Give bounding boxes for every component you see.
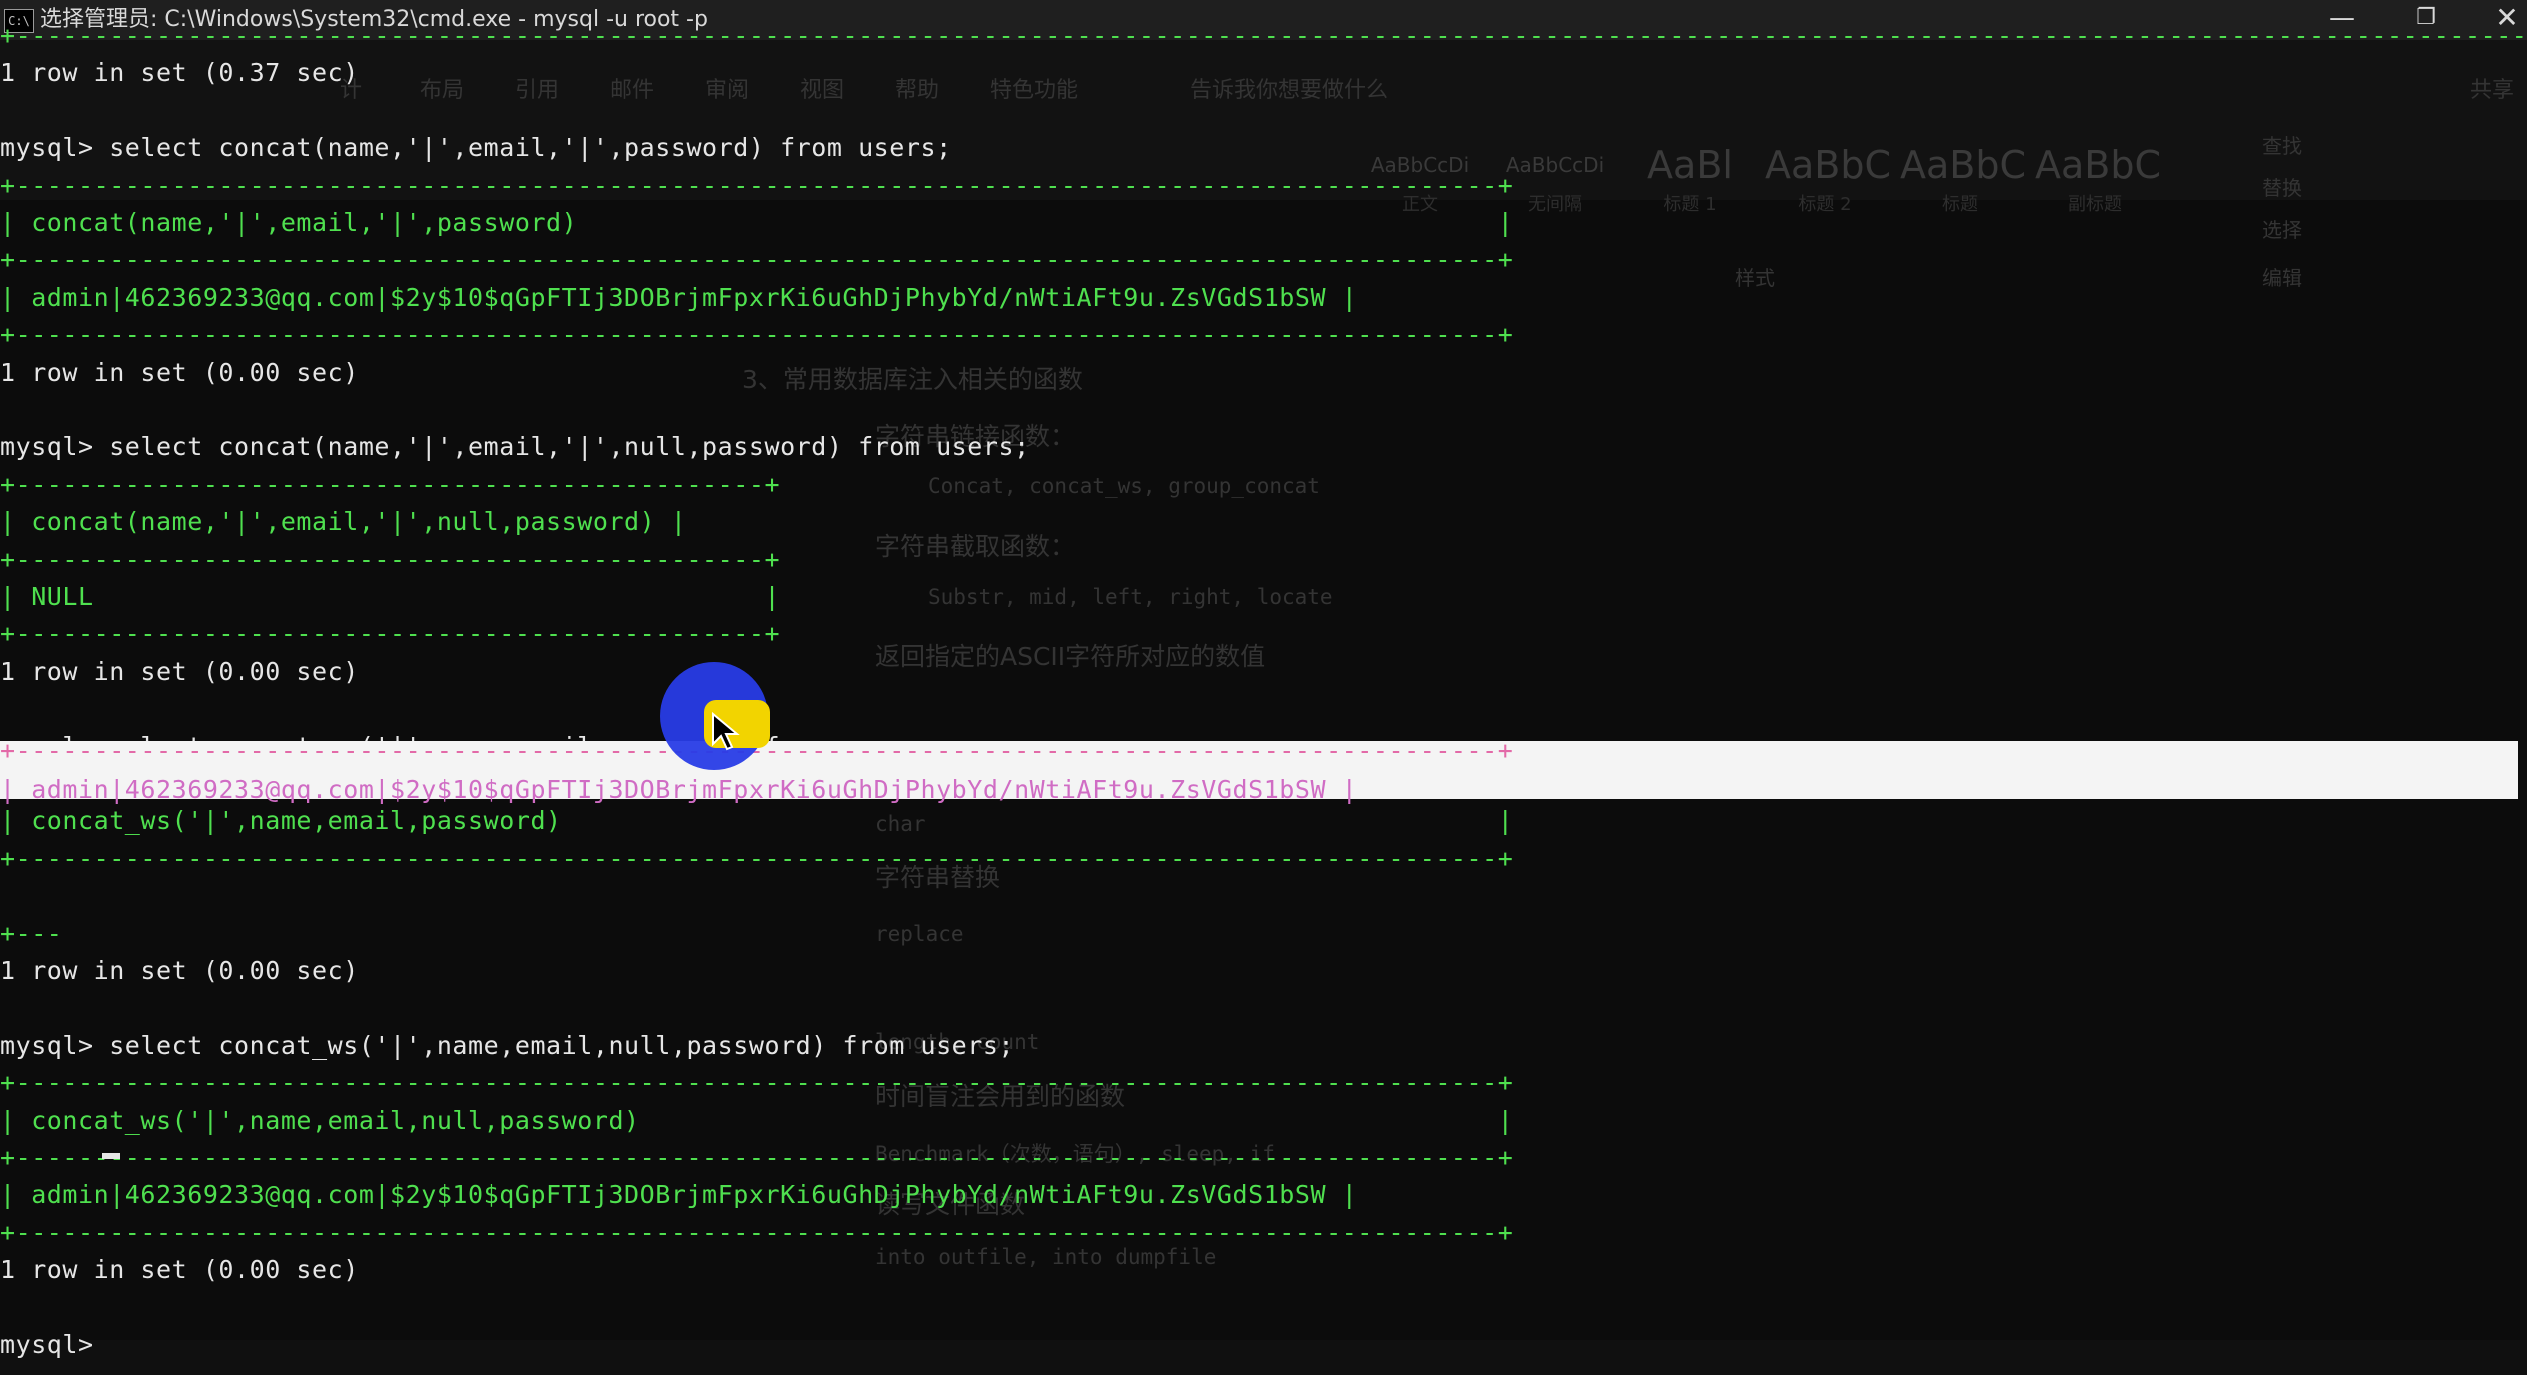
table-border: +---------------------------------------…	[0, 469, 781, 499]
mouse-pointer-icon	[712, 712, 740, 751]
table-border: +---------------------------------------…	[0, 619, 781, 649]
text-cursor	[102, 1153, 120, 1159]
table-cell-row: | admin|462369233@qq.com|$2y$10$qGpFTIj3…	[0, 282, 1358, 312]
table-border: +---------------------------------------…	[0, 245, 1514, 275]
table-border: +---------------------------------------…	[0, 1217, 1514, 1247]
cmd-window: 计布局 引用 邮件 审阅 视图 帮助 特色功能 告诉我你想要做什么 共享 AaBbCcDi 正文 Aa…	[0, 0, 2527, 1375]
table-cell-row: | admin|462369233@qq.com|$2y$10$qGpFTIj3…	[0, 1180, 1358, 1210]
table-cell-row: | concat(name,'|',email,'|',password) |	[0, 208, 1514, 237]
table-border: +---	[0, 918, 63, 948]
table-cell-row: | concat_ws('|',name,email,null,password…	[0, 1105, 1514, 1135]
table-border: +---------------------------------------…	[0, 1143, 1514, 1172]
selected-result-row[interactable]: | admin|462369233@qq.com|$2y$10$qGpFTIj3…	[0, 770, 1357, 810]
console-line: 1 row in set (0.00 sec)	[0, 357, 359, 387]
console-line: 1 row in set (0.37 sec)	[0, 58, 359, 88]
console-line: mysql> select concat(name,'|',email,'|',…	[0, 432, 1030, 462]
table-border: +---------------------------------------…	[0, 170, 1514, 200]
table-cell-row: | NULL |	[0, 582, 781, 611]
table-border: +---------------------------------------…	[0, 320, 1514, 350]
console-line: 1 row in set (0.00 sec)	[0, 956, 359, 985]
table-cell-row: | concat(name,'|',email,'|',null,passwor…	[0, 507, 687, 537]
console-line: mysql>	[0, 1330, 110, 1359]
console-output[interactable]: +---------------------------------------…	[0, 21, 2527, 1375]
console-line: mysql> select concat(name,'|',email,'|',…	[0, 133, 952, 163]
table-border: +---------------------------------------…	[0, 21, 2527, 50]
console-line: mysql> select concat_ws('|',name,email,n…	[0, 1030, 1015, 1060]
table-border: +---------------------------------------…	[0, 1068, 1514, 1098]
console-line: 1 row in set (0.00 sec)	[0, 656, 359, 686]
table-border: +---------------------------------------…	[0, 544, 781, 574]
console-line: 1 row in set (0.00 sec)	[0, 1255, 359, 1285]
table-border: +---------------------------------------…	[0, 843, 1514, 873]
